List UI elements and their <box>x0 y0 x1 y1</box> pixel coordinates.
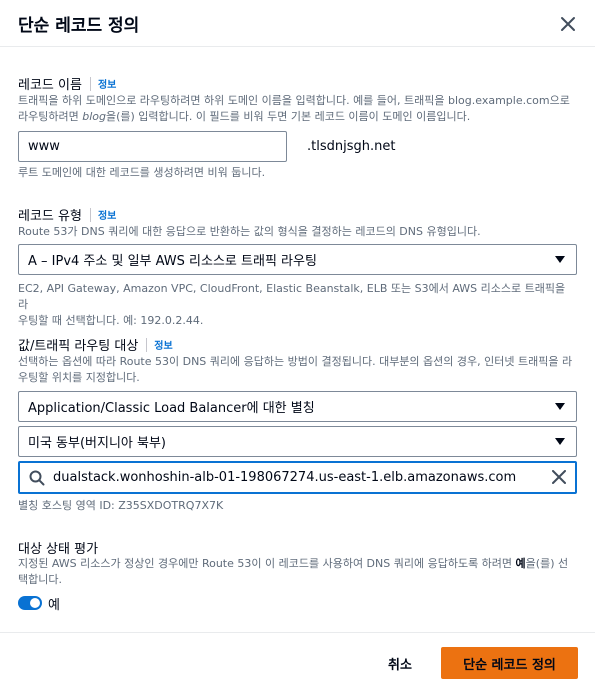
record-name-input[interactable]: www <box>18 131 287 162</box>
close-icon[interactable] <box>556 12 580 36</box>
record-name-desc-line2: 라우팅하려면 blog을(를) 입력합니다. 이 필드를 비워 두면 기본 레코… <box>18 109 578 125</box>
load-balancer-search-value: dualstack.wonhoshin-alb-01-198067274.us-… <box>53 470 517 485</box>
record-name-info-link[interactable]: 정보 <box>98 76 116 91</box>
desc-text: 을(를) 선 <box>525 557 569 570</box>
record-type-description: Route 53가 DNS 쿼리에 대한 응답으로 반환하는 값의 형식을 결정… <box>18 225 481 238</box>
record-type-label-row: 레코드 유형 정보 <box>18 205 116 224</box>
record-name-hint: 루트 도메인에 대한 레코드를 생성하려면 비워 둡니다. <box>18 166 266 179</box>
health-label-row: 대상 상태 평가 <box>18 538 98 557</box>
route-target-info-link[interactable]: 정보 <box>154 337 172 352</box>
desc-text: 지정된 AWS 리소스가 정상인 경우에만 Route 53이 이 레코드를 사… <box>18 557 516 570</box>
caret-down-icon <box>555 438 565 445</box>
divider <box>146 337 148 352</box>
clear-icon[interactable] <box>552 470 566 484</box>
cancel-button[interactable]: 취소 <box>377 649 423 677</box>
load-balancer-search-input[interactable]: dualstack.wonhoshin-alb-01-198067274.us-… <box>18 461 577 494</box>
record-type-label: 레코드 유형 <box>18 209 82 224</box>
health-label: 대상 상태 평가 <box>18 542 99 557</box>
desc-text: 라우팅하려면 <box>18 110 83 123</box>
record-name-label-row: 레코드 이름 정보 <box>18 74 116 93</box>
modal-header: 단순 레코드 정의 <box>0 0 595 47</box>
record-type-select[interactable]: A – IPv4 주소 및 일부 AWS 리소스로 트래픽 라우팅 <box>18 244 577 275</box>
caret-down-icon <box>555 403 565 410</box>
desc-strong: 예 <box>515 557 526 570</box>
record-type-hint-line2: 우팅할 때 선택합니다. 예: 192.0.2.44. <box>18 314 204 327</box>
endpoint-type-select[interactable]: Application/Classic Load Balancer에 대한 별칭 <box>18 391 577 422</box>
record-type-selected: A – IPv4 주소 및 일부 AWS 리소스로 트래픽 라우팅 <box>28 254 317 269</box>
health-desc-line1: 지정된 AWS 리소스가 정상인 경우에만 Route 53이 이 레코드를 사… <box>18 556 578 572</box>
health-desc-line2: 택합니다. <box>18 573 62 586</box>
toggle-knob <box>30 598 40 608</box>
route-target-label-row: 값/트래픽 라우팅 대상 정보 <box>18 335 173 354</box>
desc-emphasis: blog <box>82 110 106 123</box>
divider <box>89 207 91 222</box>
region-selected: 미국 동부(버지니아 북부) <box>28 436 167 451</box>
caret-down-icon <box>555 256 565 263</box>
health-toggle-label: 예 <box>48 598 60 613</box>
health-description: 지정된 AWS 리소스가 정상인 경우에만 Route 53이 이 레코드를 사… <box>18 556 578 588</box>
desc-text: 을(를) 입력합니다. 이 필드를 비워 두면 기본 레코드 이름이 도메인 이… <box>105 110 471 123</box>
submit-button[interactable]: 단순 레코드 정의 <box>441 647 578 679</box>
divider <box>89 76 91 91</box>
endpoint-type-selected: Application/Classic Load Balancer에 대한 별칭 <box>28 401 315 416</box>
record-name-label: 레코드 이름 <box>18 78 82 93</box>
record-type-info-link[interactable]: 정보 <box>98 207 116 222</box>
record-type-hint: EC2, API Gateway, Amazon VPC, CloudFront… <box>18 281 578 329</box>
health-toggle[interactable] <box>18 596 42 610</box>
route-target-description: 선택하는 옵션에 따라 Route 53이 DNS 쿼리에 응답하는 방법이 결… <box>18 354 578 386</box>
record-name-value: www <box>28 139 60 154</box>
route-target-desc-line1: 선택하는 옵션에 따라 Route 53이 DNS 쿼리에 응답하는 방법이 결… <box>18 355 573 368</box>
region-select[interactable]: 미국 동부(버지니아 북부) <box>18 426 577 457</box>
record-name-description: 트래픽을 하위 도메인으로 라우팅하려면 하위 도메인 이름을 입력합니다. 예… <box>18 93 578 125</box>
modal-title: 단순 레코드 정의 <box>18 16 140 36</box>
record-name-desc-line1: 트래픽을 하위 도메인으로 라우팅하려면 하위 도메인 이름을 입력합니다. 예… <box>18 94 570 107</box>
record-type-hint-line1: EC2, API Gateway, Amazon VPC, CloudFront… <box>18 282 566 311</box>
route-target-label: 값/트래픽 라우팅 대상 <box>18 339 139 354</box>
domain-suffix: .tlsdnjsgh.net <box>307 139 396 154</box>
route-target-desc-line2: 우팅할 위치를 지정합니다. <box>18 371 140 384</box>
hosted-zone-id: 별칭 호스팅 영역 ID: Z35SXDOTRQ7X7K <box>18 499 224 512</box>
search-icon <box>29 470 45 485</box>
